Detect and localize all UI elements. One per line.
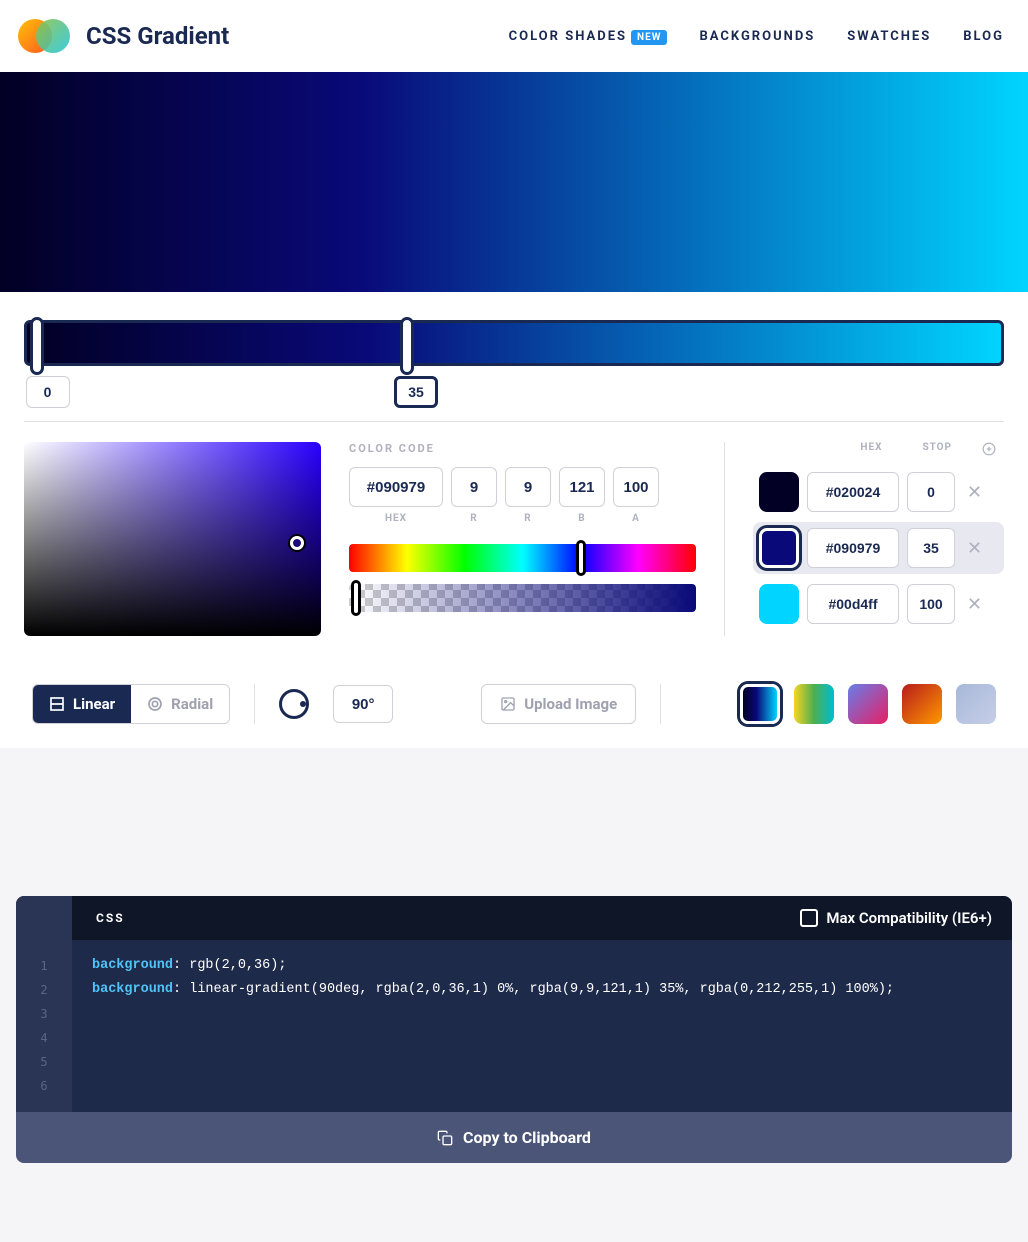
logo-text: CSS Gradient	[86, 22, 229, 50]
stop-pos-input[interactable]	[907, 472, 955, 512]
hue-slider[interactable]	[349, 544, 696, 572]
stop-position-1[interactable]	[394, 376, 438, 408]
alpha-slider[interactable]	[349, 584, 696, 612]
stop-row-0[interactable]: ✕	[753, 466, 1004, 518]
max-compat-toggle[interactable]: Max Compatibility (IE6+)	[800, 909, 1012, 927]
copy-button[interactable]: Copy to Clipboard	[16, 1112, 1012, 1163]
nav-blog[interactable]: BLOG	[963, 29, 1004, 44]
stop-swatch[interactable]	[759, 472, 799, 512]
controls: COLOR CODE HEX R R B A	[0, 292, 1028, 748]
preset-0[interactable]	[740, 684, 780, 724]
upload-image-button[interactable]: Upload Image	[481, 684, 636, 724]
nav-color-shades[interactable]: COLOR SHADES NEW	[509, 29, 668, 44]
angle-dial[interactable]	[279, 689, 309, 719]
presets	[740, 684, 996, 724]
line-numbers: 123456	[16, 940, 72, 1112]
linear-icon	[49, 696, 65, 712]
stop-position-row	[24, 374, 1004, 422]
nav: COLOR SHADES NEW BACKGROUNDS SWATCHES BLO…	[509, 29, 1004, 44]
stop-hex-input[interactable]	[807, 528, 899, 568]
b-input[interactable]	[559, 467, 605, 507]
gradient-handle-1[interactable]	[400, 317, 414, 375]
image-icon	[500, 696, 516, 712]
stop-hex-input[interactable]	[807, 584, 899, 624]
divider	[254, 684, 255, 724]
upload-label: Upload Image	[524, 695, 617, 713]
hue-handle[interactable]	[576, 540, 586, 576]
type-toggle: Linear Radial	[32, 684, 230, 724]
sublabels: HEX R R B A	[349, 513, 696, 524]
nav-backgrounds[interactable]: BACKGROUNDS	[699, 29, 815, 44]
delete-stop-icon[interactable]: ✕	[963, 594, 986, 615]
copy-label: Copy to Clipboard	[463, 1128, 591, 1147]
divider	[660, 684, 661, 724]
copy-icon	[437, 1130, 453, 1146]
stop-pos-input[interactable]	[907, 584, 955, 624]
radial-label: Radial	[171, 695, 213, 713]
hex-input[interactable]	[349, 467, 443, 507]
stop-position-0[interactable]	[26, 376, 70, 408]
code-section: CSS Max Compatibility (IE6+) 123456 back…	[16, 896, 1012, 1163]
logo-icon	[18, 18, 70, 54]
delete-stop-icon[interactable]: ✕	[963, 482, 986, 503]
gradient-bar[interactable]	[24, 320, 1004, 366]
new-badge: NEW	[631, 30, 667, 45]
stop-hex-input[interactable]	[807, 472, 899, 512]
compat-label: Max Compatibility (IE6+)	[826, 909, 992, 927]
angle-input[interactable]	[333, 685, 393, 723]
preset-1[interactable]	[794, 684, 834, 724]
a-input[interactable]	[613, 467, 659, 507]
stop-row-1[interactable]: ✕	[753, 522, 1004, 574]
css-tab[interactable]: CSS	[72, 911, 149, 925]
linear-label: Linear	[73, 695, 115, 713]
stop-row-2[interactable]: ✕	[753, 578, 1004, 630]
stops-header: HEX STOP	[753, 442, 1004, 456]
header: CSS Gradient COLOR SHADES NEW BACKGROUNDS…	[0, 0, 1028, 72]
r-input[interactable]	[451, 467, 497, 507]
gradient-preview	[0, 72, 1028, 292]
linear-button[interactable]: Linear	[33, 685, 131, 723]
saturation-cursor[interactable]	[290, 536, 304, 550]
radial-button[interactable]: Radial	[131, 685, 229, 723]
alpha-handle[interactable]	[351, 580, 361, 616]
saturation-picker[interactable]	[24, 442, 321, 636]
delete-stop-icon[interactable]: ✕	[963, 538, 986, 559]
g-input[interactable]	[505, 467, 551, 507]
add-stop-icon[interactable]	[982, 442, 996, 456]
stop-swatch[interactable]	[759, 528, 799, 568]
preset-2[interactable]	[848, 684, 888, 724]
checkbox-icon	[800, 909, 818, 927]
nav-label: COLOR SHADES	[509, 29, 627, 44]
preset-3[interactable]	[902, 684, 942, 724]
stop-pos-input[interactable]	[907, 528, 955, 568]
preset-4[interactable]	[956, 684, 996, 724]
nav-swatches[interactable]: SWATCHES	[847, 29, 931, 44]
color-code-label: COLOR CODE	[349, 442, 696, 455]
radial-icon	[147, 696, 163, 712]
logo[interactable]: CSS Gradient	[18, 18, 229, 54]
stop-swatch[interactable]	[759, 584, 799, 624]
code-output[interactable]: background: rgb(2,0,36); background: lin…	[72, 940, 1012, 1112]
gradient-handle-0[interactable]	[30, 317, 44, 375]
